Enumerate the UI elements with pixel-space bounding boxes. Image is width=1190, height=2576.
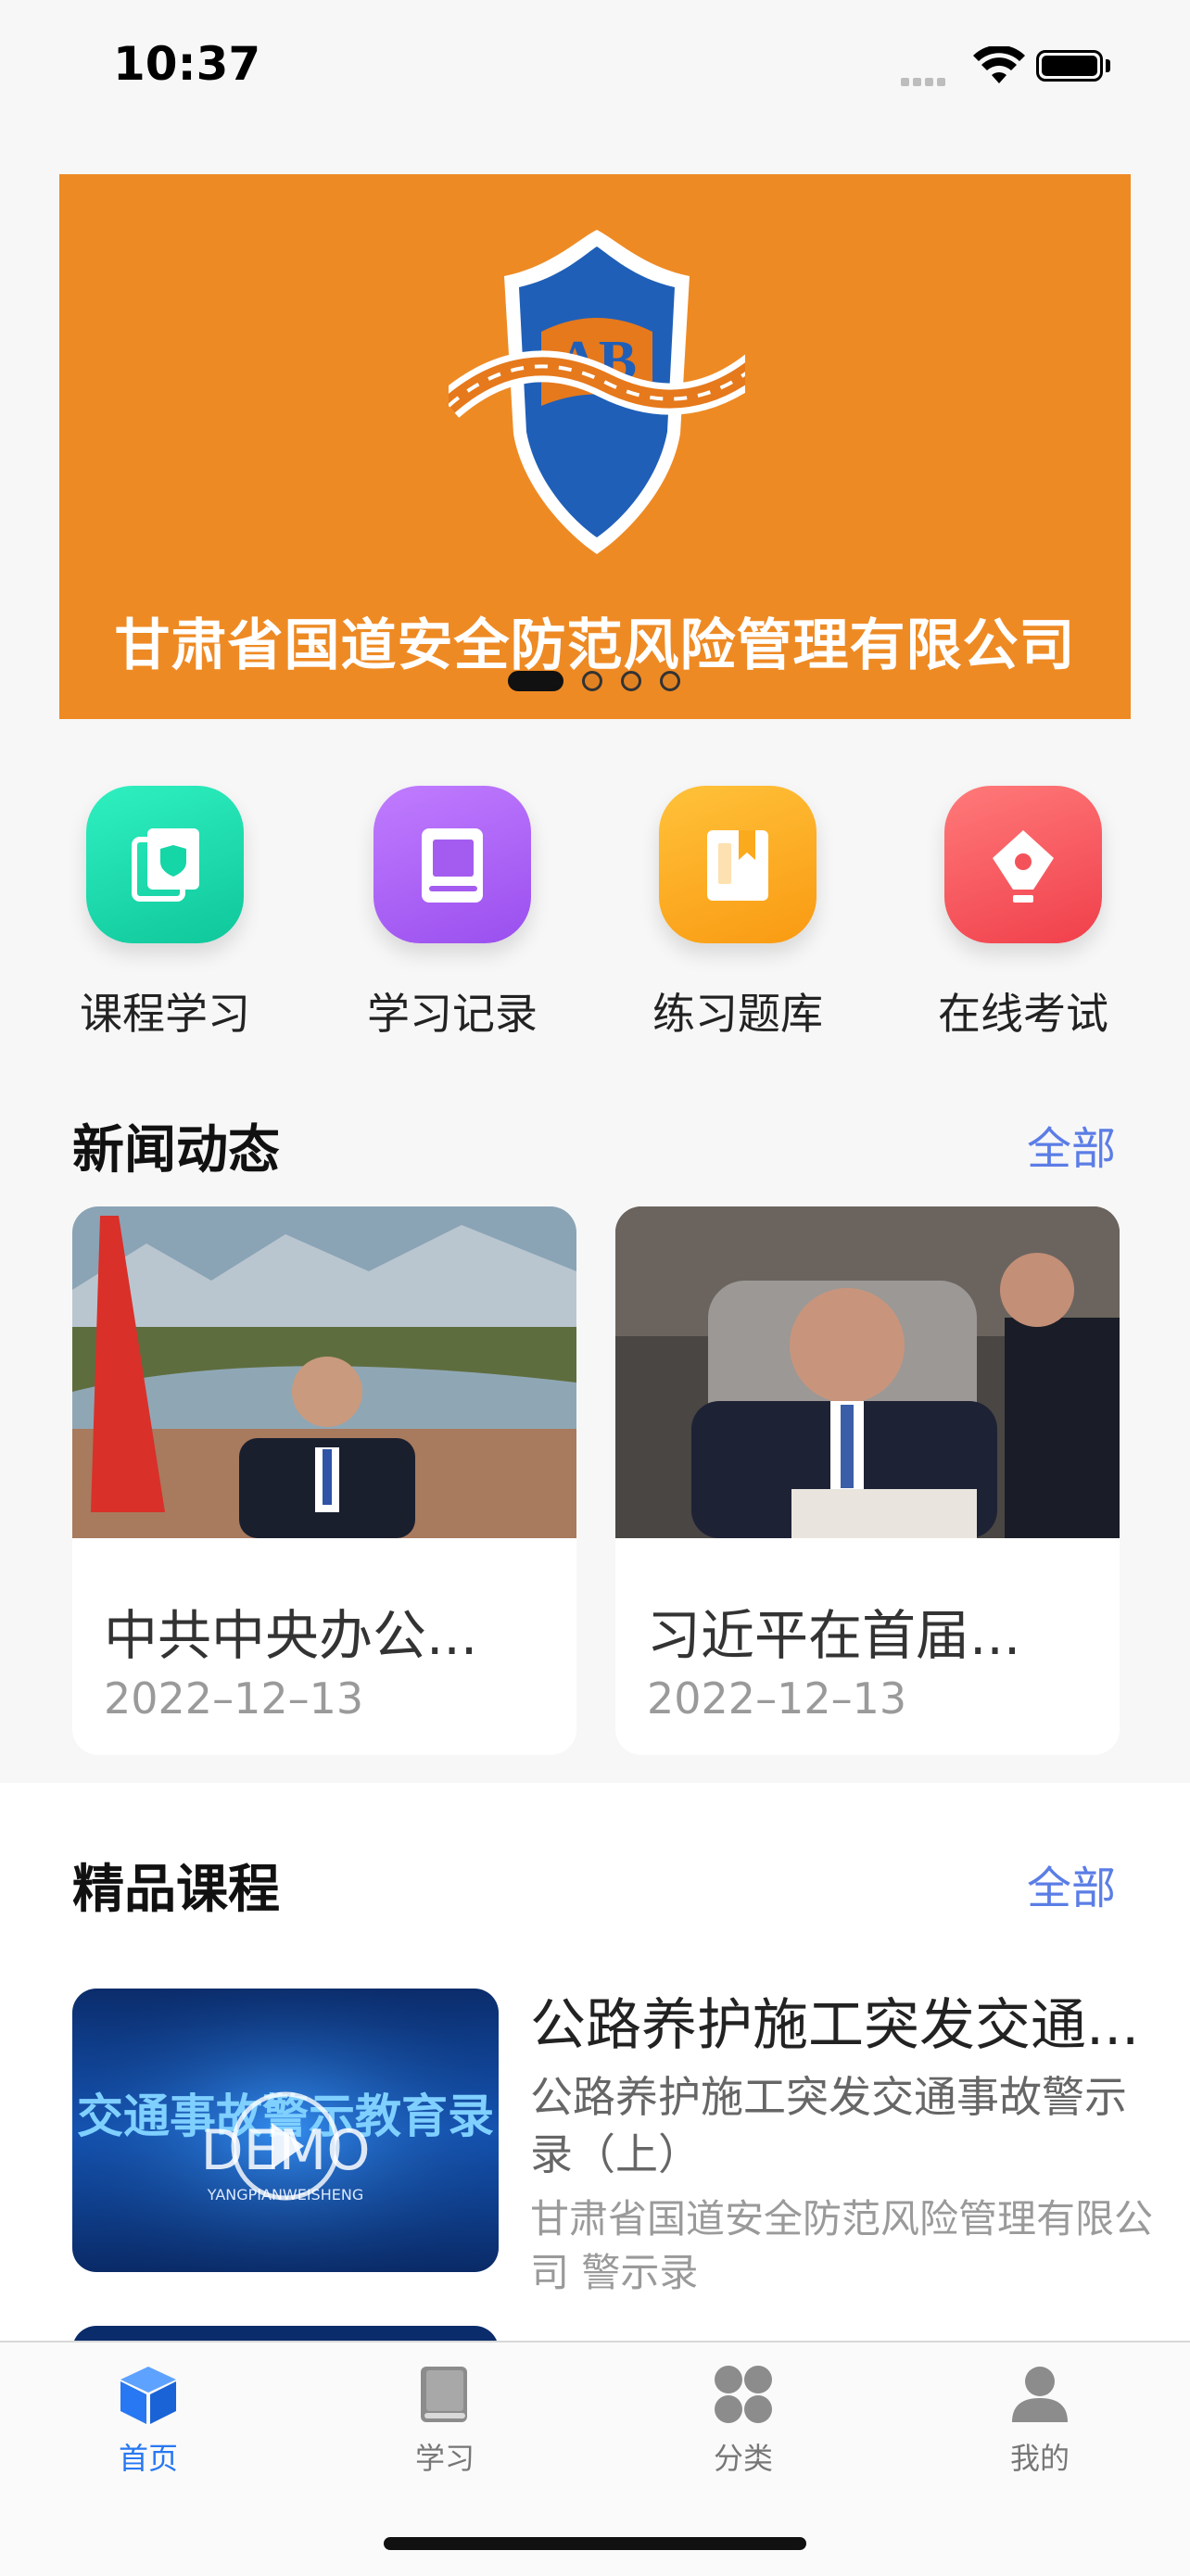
quick-action-online-exam[interactable]: 在线考试	[912, 786, 1134, 1042]
carousel-dot-3[interactable]	[621, 671, 641, 691]
news-section-title: 新闻动态	[72, 1120, 280, 1181]
carousel-dot-2[interactable]	[582, 671, 602, 691]
quick-action-question-bank[interactable]: 练习题库	[627, 786, 849, 1042]
course-info: 公路养护施工突发交通... 公路养护施工突发交通事故警示录（上） 甘肃省国道安全…	[530, 1989, 1160, 2300]
tab-study[interactable]: 学习	[352, 2361, 538, 2478]
status-bar: 10:37	[0, 0, 1190, 139]
pen-nib-icon	[944, 786, 1102, 943]
quick-action-study-record[interactable]: 学习记录	[341, 786, 563, 1042]
courses-section-title: 精品课程	[72, 1860, 280, 1920]
quick-action-label: 学习记录	[367, 989, 538, 1039]
news-card[interactable]: 中共中央办公... 2022–12–13	[72, 1206, 576, 1755]
bookmark-book-icon	[659, 786, 817, 943]
course-item[interactable]: 交通事故警示教育录 DEMO YANGPIANWEISHENG 公路养护施工突发…	[72, 1989, 1166, 2295]
course-org: 甘肃省国道安全防范风险管理有限公司 警示录	[530, 2196, 1154, 2295]
banner-title: 甘肃省国道安全防范风险管理有限公司	[114, 613, 1076, 678]
courses-more-link[interactable]: 全部	[1027, 1851, 1116, 1916]
tab-label: 首页	[118, 2441, 178, 2476]
shield-doc-icon	[86, 786, 244, 943]
news-date: 2022–12–13	[647, 1673, 907, 1724]
news-title: 习近平在首届...	[647, 1604, 1021, 1667]
course-title: 公路养护施工突发交通...	[530, 1993, 1140, 2058]
quick-action-label: 练习题库	[652, 989, 823, 1039]
course-thumb-caption: YANGPIANWEISHENG	[207, 2186, 363, 2203]
tab-label: 我的	[1009, 2441, 1070, 2476]
news-date: 2022–12–13	[104, 1673, 364, 1724]
person-icon	[1012, 2367, 1068, 2422]
battery-icon	[1036, 50, 1103, 82]
tab-mine[interactable]: 我的	[947, 2361, 1133, 2478]
cube-icon	[120, 2367, 176, 2424]
tab-category[interactable]: 分类	[651, 2361, 836, 2478]
news-image	[72, 1206, 576, 1538]
book-icon	[373, 786, 531, 943]
course-thumbnail: 交通事故警示教育录 DEMO YANGPIANWEISHENG	[72, 1989, 499, 2272]
news-more-link[interactable]: 全部	[1027, 1112, 1116, 1177]
tab-label: 学习	[414, 2441, 475, 2476]
book-icon	[421, 2367, 467, 2422]
tab-label: 分类	[713, 2441, 773, 2476]
quick-actions: 课程学习 学习记录 练习题库 在线考试	[0, 786, 1190, 1045]
tab-home[interactable]: 首页	[56, 2361, 241, 2478]
news-image	[615, 1206, 1120, 1538]
wifi-icon	[973, 46, 1025, 83]
school-shield-logo: AB	[449, 230, 745, 554]
banner-carousel[interactable]: AB 甘肃省国道安全防范风险管理有限公司	[59, 174, 1131, 719]
carousel-dot-1[interactable]	[508, 671, 563, 691]
status-time: 10:37	[113, 37, 261, 91]
grid-icon	[715, 2366, 772, 2423]
carousel-indicator[interactable]	[508, 671, 699, 691]
cellular-signal-icon	[901, 72, 949, 90]
quick-action-course-study[interactable]: 课程学习	[54, 786, 276, 1042]
quick-action-label: 课程学习	[80, 989, 250, 1039]
carousel-dot-4[interactable]	[660, 671, 680, 691]
news-card[interactable]: 习近平在首届... 2022–12–13	[615, 1206, 1120, 1755]
quick-action-label: 在线考试	[938, 989, 1108, 1039]
home-indicator	[384, 2537, 806, 2550]
course-subtitle: 公路养护施工突发交通事故警示录（上）	[530, 2072, 1127, 2179]
news-title: 中共中央办公...	[104, 1604, 478, 1667]
